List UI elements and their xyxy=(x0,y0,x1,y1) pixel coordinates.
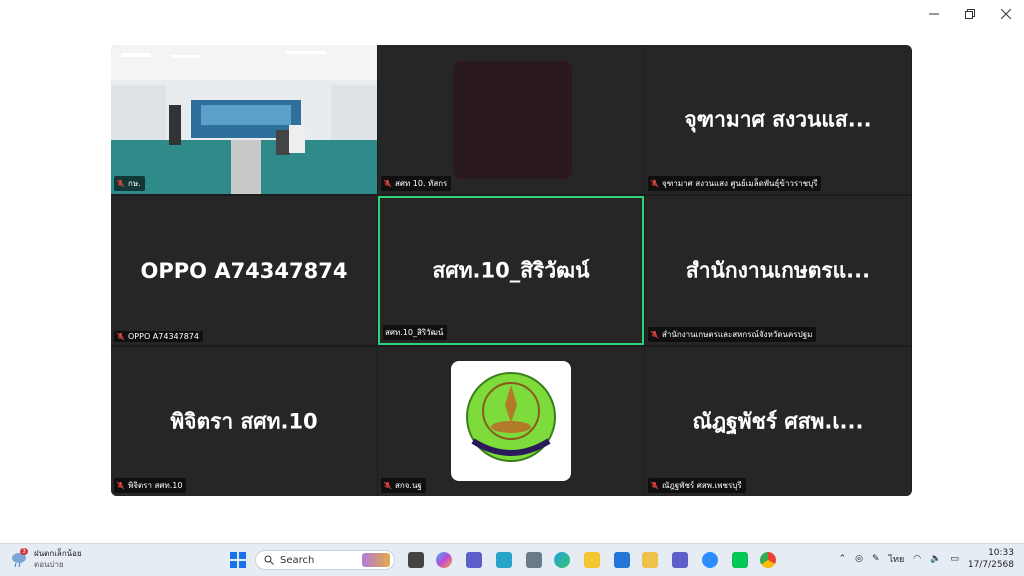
notification-badge: 3 xyxy=(20,548,28,555)
participant-label: OPPO A74347874 xyxy=(114,331,203,342)
participant-name: สำนักงานเกษตรและสหกรณ์จังหวัดนครปฐม xyxy=(662,330,813,339)
close-icon xyxy=(1001,9,1011,19)
participant-label: พิจิตรา สศท.10 xyxy=(114,478,187,493)
clock-date: 17/7/2568 xyxy=(967,560,1014,570)
start-button[interactable] xyxy=(230,552,246,568)
search-placeholder: Search xyxy=(280,554,315,566)
participant-display-name: พิจิตรา สศท.10 xyxy=(170,409,318,433)
seal-icon xyxy=(466,372,556,462)
search-highlight-icon xyxy=(362,553,390,567)
participant-display-name: จุฑามาศ สงวนแส... xyxy=(684,107,872,131)
video-tile[interactable]: สศท 10. ทัสกร xyxy=(378,45,644,194)
edge-icon[interactable] xyxy=(554,552,570,568)
photos-icon[interactable] xyxy=(496,552,512,568)
restore-button[interactable] xyxy=(952,0,988,28)
weather-icon: 3 xyxy=(10,548,28,568)
participant-label: สำนักงานเกษตรและสหกรณ์จังหวัดนครปฐม xyxy=(648,327,817,342)
store-icon[interactable] xyxy=(614,552,630,568)
participant-display-name: ณัฎฐพัชร์ ศสพ.เ... xyxy=(692,409,864,433)
weather-widget[interactable]: 3 ฝนตกเล็กน้อย ตอนบ่าย xyxy=(10,548,82,570)
file-explorer-icon[interactable] xyxy=(584,552,600,568)
weather-time: ตอนบ่าย xyxy=(34,560,64,569)
clock[interactable]: 10:33 17/7/2568 xyxy=(968,547,1014,571)
muted-mic-icon xyxy=(116,481,125,490)
system-tray: ⌃ ◎ ✎ ไทย ◠ 🔈 ▭ 10:33 17/7/2568 xyxy=(839,547,1014,571)
video-gallery: กษ. สศท 10. ทัสกร จุฑามาศ สงวนแส... จุฑา… xyxy=(111,45,912,496)
participant-label: ณัฎฐพัชร์ ศสพ.เพชรบุรี xyxy=(648,478,746,493)
participant-name: สศท.10_สิริวัฒน์ xyxy=(385,328,444,337)
participant-label: กษ. xyxy=(114,176,145,191)
muted-mic-icon xyxy=(116,332,125,341)
close-button[interactable] xyxy=(988,0,1024,28)
participant-name: กษ. xyxy=(128,179,141,188)
window-controls xyxy=(916,0,1024,28)
participant-avatar xyxy=(453,61,572,179)
video-tile[interactable]: จุฑามาศ สงวนแส... จุฑามาศ สงวนแสง ศูนย์เ… xyxy=(645,45,911,194)
participant-label: จุฑามาศ สงวนแสง ศูนย์เมล็ดพันธุ์ข้าวราชบ… xyxy=(648,176,822,191)
network-icon[interactable]: ◎ xyxy=(855,554,863,564)
line-icon[interactable] xyxy=(732,552,748,568)
participant-name: OPPO A74347874 xyxy=(128,332,199,341)
muted-mic-icon xyxy=(383,481,392,490)
calculator-icon[interactable] xyxy=(526,552,542,568)
organization-logo xyxy=(451,361,571,481)
participant-display-name: สำนักงานเกษตรแ... xyxy=(685,258,871,282)
speaker-icon[interactable]: 🔈 xyxy=(930,554,941,564)
participant-name: สกจ.นฐ xyxy=(395,481,422,490)
chrome-icon[interactable] xyxy=(760,552,776,568)
taskbar: 3 ฝนตกเล็กน้อย ตอนบ่าย Search ⌃ ◎ ✎ ไทย … xyxy=(0,543,1024,576)
chevron-up-icon[interactable]: ⌃ xyxy=(839,554,847,564)
media-icon[interactable] xyxy=(642,552,658,568)
muted-mic-icon xyxy=(116,179,125,188)
minimize-icon xyxy=(929,13,939,15)
video-tile[interactable]: OPPO A74347874 OPPO A74347874 xyxy=(111,196,377,345)
participant-label: สกจ.นฐ xyxy=(381,478,426,493)
video-tile[interactable]: สำนักงานเกษตรแ... สำนักงานเกษตรและสหกรณ์… xyxy=(645,196,911,345)
video-tile[interactable]: กษ. xyxy=(111,45,377,194)
zoom-icon[interactable] xyxy=(702,552,718,568)
participant-name: ณัฎฐพัชร์ ศสพ.เพชรบุรี xyxy=(662,481,742,490)
muted-mic-icon xyxy=(383,179,392,188)
task-view-icon[interactable] xyxy=(408,552,424,568)
windows-icon xyxy=(230,552,246,568)
minimize-button[interactable] xyxy=(916,0,952,28)
participant-name: พิจิตรา สศท.10 xyxy=(128,481,183,490)
teams-icon[interactable] xyxy=(466,552,482,568)
participant-label: สศท.10_สิริวัฒน์ xyxy=(383,325,448,340)
participant-label: สศท 10. ทัสกร xyxy=(381,176,452,191)
meeting-room-video xyxy=(111,45,377,194)
video-tile[interactable]: ณัฎฐพัชร์ ศสพ.เ... ณัฎฐพัชร์ ศสพ.เพชรบุร… xyxy=(645,347,911,496)
clock-time: 10:33 xyxy=(988,548,1014,558)
muted-mic-icon xyxy=(650,330,659,339)
language-indicator[interactable]: ไทย xyxy=(889,552,905,566)
video-tile[interactable]: พิจิตรา สศท.10 พิจิตรา สศท.10 xyxy=(111,347,377,496)
copilot-icon[interactable] xyxy=(436,552,452,568)
restore-icon xyxy=(965,9,975,19)
muted-mic-icon xyxy=(650,481,659,490)
teams-work-icon[interactable] xyxy=(672,552,688,568)
muted-mic-icon xyxy=(650,179,659,188)
search-icon xyxy=(264,555,274,565)
battery-icon[interactable]: ▭ xyxy=(950,554,959,564)
pen-icon[interactable]: ✎ xyxy=(872,554,880,564)
video-tile-active-speaker[interactable]: สศท.10_สิริวัฒน์ สศท.10_สิริวัฒน์ xyxy=(378,196,644,345)
participant-name: จุฑามาศ สงวนแสง ศูนย์เมล็ดพันธุ์ข้าวราชบ… xyxy=(662,179,818,188)
video-tile[interactable]: สกจ.นฐ xyxy=(378,347,644,496)
participant-name: สศท 10. ทัสกร xyxy=(395,179,448,188)
participant-display-name: OPPO A74347874 xyxy=(140,258,348,283)
weather-condition: ฝนตกเล็กน้อย xyxy=(34,549,82,558)
participant-display-name: สศท.10_สิริวัฒน์ xyxy=(432,258,590,282)
wifi-icon[interactable]: ◠ xyxy=(913,554,921,564)
taskbar-search[interactable]: Search xyxy=(255,550,395,570)
